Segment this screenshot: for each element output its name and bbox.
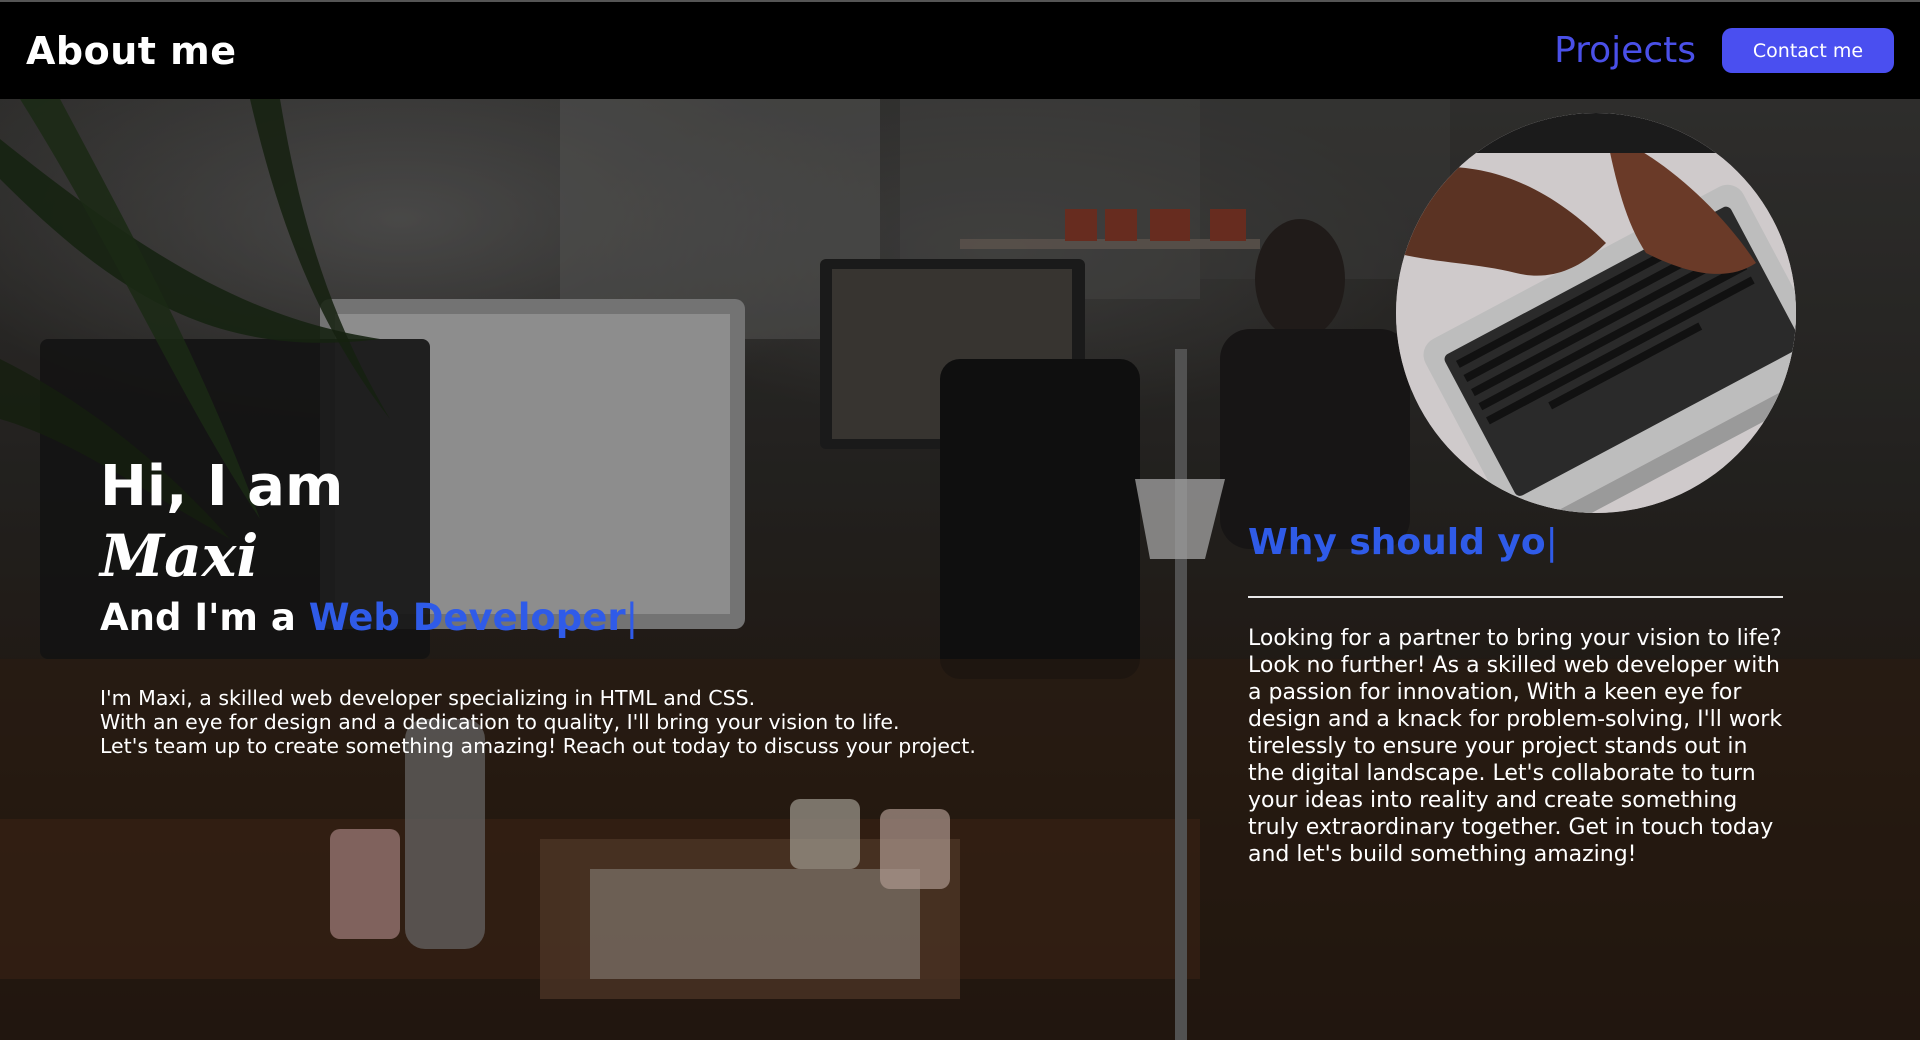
why-heading: Why should yo| [1248,522,1558,563]
contact-button[interactable]: Contact me [1722,28,1894,73]
bio: I'm Maxi, a skilled web developer specia… [100,686,980,758]
bio-line: Let's team up to create something amazin… [100,734,976,758]
laptop-illustration [1396,113,1796,513]
why-body: Looking for a partner to bring your visi… [1248,626,1783,867]
nav-links: Projects Contact me [1554,28,1894,73]
bio-line: With an eye for design and a dedication … [100,710,900,734]
projects-link[interactable]: Projects [1554,30,1696,71]
divider [1248,596,1783,598]
page-title: About me [26,28,237,73]
typing-cursor: | [1545,522,1558,563]
greeting: Hi, I am [100,454,344,519]
role-line: And I'm a Web Developer| [100,592,980,644]
role-highlight: Web Developer [308,596,626,639]
why-heading-text: Why should yo [1248,522,1546,563]
name-heading: Maxi [100,522,259,590]
bio-line: I'm Maxi, a skilled web developer specia… [100,686,756,710]
typing-cursor: | [625,596,639,639]
navbar: About me Projects Contact me [0,2,1920,99]
intro-block: Hi, I am Maxi And I'm a Web Developer| I… [100,454,980,758]
role-prefix: And I'm a [100,596,309,639]
laptop-photo [1396,113,1796,513]
